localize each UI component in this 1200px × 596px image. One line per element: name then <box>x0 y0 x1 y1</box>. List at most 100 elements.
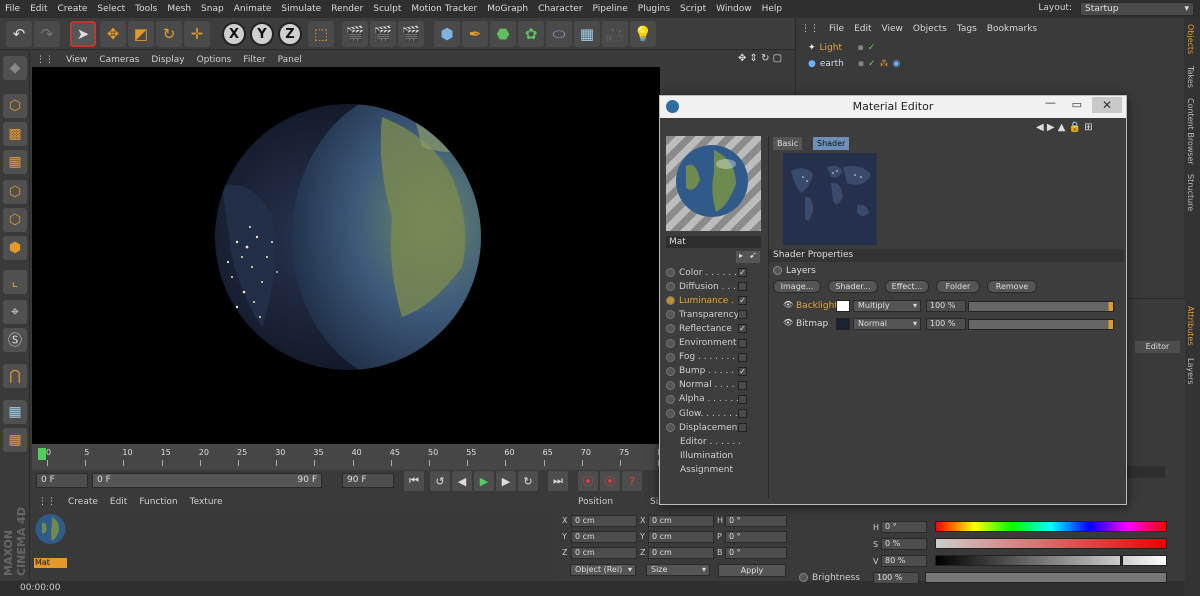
channel-checkbox-environment[interactable] <box>738 338 747 348</box>
channel-anim-dot[interactable] <box>666 409 675 418</box>
record-active-icon[interactable]: ⦿ <box>578 471 598 491</box>
current-frame-field[interactable]: 0 F <box>36 473 88 488</box>
menu-tools[interactable]: Tools <box>130 4 162 14</box>
polygons-mode-icon[interactable]: ⬢ <box>3 236 27 260</box>
size-z-field[interactable]: 0 cm <box>648 547 714 559</box>
channel-anim-dot[interactable] <box>666 282 675 292</box>
viewport-menu-display[interactable]: Display <box>145 55 190 65</box>
position-x-field[interactable]: 0 cm <box>571 515 637 527</box>
recent-tool-icon[interactable]: ✛ <box>184 21 210 47</box>
coordinate-mode-select[interactable]: Object (Rel) <box>570 564 636 576</box>
make-editable-icon[interactable]: ◆ <box>3 56 27 80</box>
shader-button[interactable]: Shader... <box>828 280 878 293</box>
tab-basic[interactable]: Basic <box>773 137 803 150</box>
object-name[interactable]: Light <box>820 43 854 53</box>
cube-icon[interactable]: ⬢ <box>434 21 460 47</box>
h-field[interactable]: 0 ° <box>881 521 927 533</box>
channel-anim-dot[interactable] <box>666 324 675 334</box>
channel-anim-dot[interactable] <box>666 268 675 277</box>
position-z-field[interactable]: 0 cm <box>571 547 637 559</box>
menu-animate[interactable]: Animate <box>229 4 277 14</box>
channel-anim-dot[interactable] <box>666 423 675 433</box>
pick-cursor-icon[interactable]: ➹ <box>746 251 760 263</box>
viewport[interactable] <box>32 67 660 444</box>
enabled-check-icon[interactable]: ✓ <box>868 43 876 53</box>
channel-color[interactable]: Color . . . . . . <box>666 266 748 279</box>
size-y-field[interactable]: 0 cm <box>648 531 714 543</box>
saturation-slider[interactable] <box>935 538 1167 549</box>
scale-tool-icon[interactable]: ◩ <box>128 21 154 47</box>
layer-name-backlight[interactable]: Backlight <box>796 301 838 311</box>
rotation-p-field[interactable]: 0 ° <box>725 531 787 543</box>
axis-z-icon[interactable]: Z <box>278 22 302 46</box>
viewport-menu-cameras[interactable]: Cameras <box>93 55 145 65</box>
tab-layers[interactable]: Layers <box>1186 358 1195 384</box>
om-menu-objects[interactable]: Objects <box>908 24 952 34</box>
viewport-menu-view[interactable]: View <box>60 55 93 65</box>
viewport-menu-options[interactable]: Options <box>191 55 238 65</box>
layer-opacity-field[interactable]: 100 % <box>926 318 966 330</box>
menu-help[interactable]: Help <box>757 4 788 14</box>
axis-mode-icon[interactable]: ⌞ <box>3 270 27 294</box>
preview-range-slider[interactable]: 0 F 90 F <box>92 473 322 488</box>
subdivision-icon[interactable]: ⬣ <box>490 21 516 47</box>
channel-checkbox-reflectance[interactable]: ✓ <box>738 324 747 334</box>
tab-attributes[interactable]: Attributes <box>1186 306 1195 346</box>
tab-shader[interactable]: Shader <box>813 137 850 150</box>
channel-checkbox-glow[interactable] <box>738 409 747 418</box>
channel-checkbox-diffusion[interactable] <box>738 282 747 292</box>
material-name-label[interactable]: Mat <box>34 558 67 568</box>
viewport-menu-filter[interactable]: Filter <box>237 55 271 65</box>
viewport-menu-panel[interactable]: Panel <box>272 55 308 65</box>
viewport-nav-icons[interactable]: ✥ ⇕ ↻ ▢ <box>738 53 782 64</box>
magnet-icon[interactable]: ⋂ <box>3 364 27 388</box>
brightness-field[interactable]: 100 % <box>873 572 919 584</box>
layer-color-swatch[interactable] <box>836 318 850 330</box>
autokey-icon[interactable]: ⦿ <box>600 471 620 491</box>
pen-icon[interactable]: ✒ <box>462 21 488 47</box>
edges-mode-icon[interactable]: ⬡ <box>3 208 27 232</box>
channel-alpha[interactable]: Alpha . . . . . . <box>666 393 748 406</box>
cloner-icon[interactable]: ✿ <box>518 21 544 47</box>
remove-button[interactable]: Remove <box>987 280 1037 293</box>
rotate-tool-icon[interactable]: ↻ <box>156 21 182 47</box>
channel-anim-dot[interactable] <box>666 380 675 390</box>
brightness-anim-dot[interactable] <box>799 573 808 582</box>
rotation-h-field[interactable]: 0 ° <box>725 515 787 527</box>
channel-checkbox-normal[interactable] <box>738 380 747 390</box>
menu-mograph[interactable]: MoGraph <box>482 4 533 14</box>
channel-editor[interactable]: Editor . . . . . . <box>666 435 748 448</box>
menu-pipeline[interactable]: Pipeline <box>588 4 633 14</box>
om-menu-bookmarks[interactable]: Bookmarks <box>982 24 1042 34</box>
om-menu-view[interactable]: View <box>877 24 908 34</box>
channel-glow[interactable]: Glow. . . . . . . <box>666 407 748 420</box>
redo-icon[interactable]: ↷ <box>34 21 60 47</box>
enabled-check-icon[interactable]: ✓ <box>868 59 876 69</box>
coordinate-system-icon[interactable]: ⬚ <box>308 21 334 47</box>
layer-blend-mode-select[interactable]: Multiply <box>853 300 921 312</box>
channel-displacement[interactable]: Displacement <box>666 421 748 434</box>
channel-assignment[interactable]: Assignment <box>666 463 748 476</box>
layer-visibility-icon[interactable]: 👁 <box>783 318 793 327</box>
goto-start-icon[interactable]: ⏮ <box>404 471 424 491</box>
move-tool-icon[interactable]: ✥ <box>100 21 126 47</box>
material-menu-function[interactable]: Function <box>133 497 183 507</box>
channel-checkbox-displacement[interactable] <box>738 423 747 433</box>
render-picture-viewer-icon[interactable]: 🎬 <box>370 21 396 47</box>
channel-checkbox-color[interactable]: ✓ <box>738 268 747 277</box>
keyframe-selection-icon[interactable]: ? <box>622 471 642 491</box>
channel-illumination[interactable]: Illumination <box>666 449 748 462</box>
points-mode-icon[interactable]: ⬡ <box>3 180 27 204</box>
snap-icon[interactable]: Ⓢ <box>3 328 27 352</box>
material-menu-texture[interactable]: Texture <box>184 497 229 507</box>
menu-edit[interactable]: Edit <box>25 4 52 14</box>
undo-icon[interactable]: ↶ <box>6 21 32 47</box>
s-field[interactable]: 0 % <box>881 538 927 550</box>
material-menu-edit[interactable]: Edit <box>104 497 133 507</box>
channel-diffusion[interactable]: Diffusion . . . <box>666 280 748 293</box>
channel-checkbox-bump[interactable]: ✓ <box>738 366 747 376</box>
next-key-icon[interactable]: ↻ <box>518 471 538 491</box>
visibility-dots-icon[interactable]: ▪ <box>858 59 864 69</box>
material-menu-create[interactable]: Create <box>62 497 104 507</box>
channel-environment[interactable]: Environment <box>666 337 748 350</box>
